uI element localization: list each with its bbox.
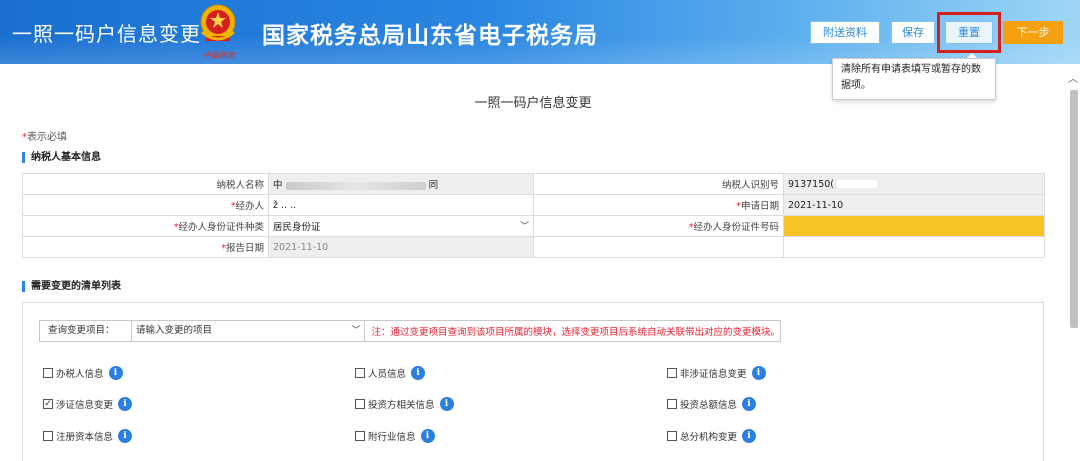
empty-cell — [533, 236, 784, 258]
change-item-label: 总分机构变更 — [680, 432, 738, 443]
change-item-checkbox[interactable]: 附行业信息 i — [355, 428, 435, 444]
change-item-label: 投资方相关信息 — [368, 400, 435, 411]
checkbox-icon[interactable] — [355, 431, 365, 441]
bureau-title: 国家税务总局山东省电子税务局 — [262, 23, 598, 49]
query-placeholder: 请输入变更的项目 — [135, 325, 212, 336]
id-number-field[interactable] — [783, 215, 1045, 237]
taxpayer-name-label: 纳税人名称 — [22, 173, 269, 195]
query-select[interactable]: 请输入变更的项目 ﹀ — [132, 321, 366, 341]
section-title-basic-info: 纳税人基本信息 — [22, 152, 101, 163]
agent-label: *经办人 — [22, 194, 269, 216]
scrollbar-thumb[interactable] — [1070, 90, 1078, 328]
checkbox-icon[interactable] — [667, 431, 677, 441]
table-row: *报告日期 2021-11-10 — [22, 236, 1045, 258]
scroll-up-icon[interactable]: ︿ — [1066, 70, 1080, 85]
section-title-change-list: 需要变更的清单列表 — [22, 281, 121, 292]
taxpayer-id-text: 9137150( — [788, 178, 835, 190]
checkbox-icon[interactable] — [43, 368, 53, 378]
change-item-label: 办税人信息 — [56, 369, 104, 380]
change-item-checkbox[interactable]: 投资方相关信息 i — [355, 396, 454, 412]
change-item-checkbox[interactable]: 投资总额信息 i — [667, 396, 757, 412]
required-note: *表示必填 — [22, 128, 67, 143]
page-title: 一照一码户信息变更 — [474, 96, 592, 111]
checkbox-icon[interactable] — [355, 368, 365, 378]
attach-docs-button[interactable]: 附送资料 — [810, 21, 880, 44]
taxpayer-id-label: 纳税人识别号 — [533, 173, 784, 195]
change-item-label: 附行业信息 — [368, 432, 416, 443]
change-item-label: 投资总额信息 — [680, 400, 738, 411]
id-type-label: *经办人身份证件种类 — [22, 215, 269, 237]
info-icon[interactable]: i — [108, 366, 123, 380]
apply-date-value: 2021-11-10 — [783, 194, 1045, 216]
redacted-mark — [837, 180, 878, 188]
save-button[interactable]: 保存 — [891, 21, 935, 44]
id-number-label: *经办人身份证件号码 — [533, 215, 784, 237]
info-icon[interactable]: i — [751, 366, 766, 380]
checkbox-icon[interactable] — [667, 399, 677, 409]
info-icon[interactable]: i — [420, 429, 435, 443]
reset-highlight-box — [937, 12, 1001, 53]
apply-date-label: *申请日期 — [533, 194, 784, 216]
checkbox-icon[interactable] — [355, 399, 365, 409]
redacted-mark — [285, 181, 426, 190]
change-item-checkbox[interactable]: 注册资本信息 i — [43, 428, 133, 444]
change-item-checkbox[interactable]: 办税人信息 i — [43, 365, 123, 381]
id-type-value: 居民身份证 — [273, 222, 321, 233]
table-row: 纳税人名称 中 同 纳税人识别号 9137150( — [22, 173, 1045, 195]
query-label: 查询变更项目： — [40, 321, 132, 341]
checkbox-icon[interactable] — [667, 368, 677, 378]
change-item-label: 注册资本信息 — [56, 432, 114, 443]
info-icon[interactable]: i — [118, 397, 133, 411]
checkbox-checked-icon[interactable]: ✓ — [43, 399, 53, 409]
table-row: *经办人身份证件种类 居民身份证 ﹀ *经办人身份证件号码 — [22, 215, 1045, 237]
chevron-down-icon: ﹀ — [351, 326, 361, 336]
report-date-value: 2021-11-10 — [268, 236, 534, 258]
checkbox-icon[interactable] — [43, 431, 53, 441]
agent-value[interactable]: ž .. .. — [268, 194, 534, 216]
change-item-checkbox[interactable]: 人员信息 i — [355, 365, 426, 381]
taxpayer-name-value: 中 同 — [268, 173, 534, 195]
table-row: *经办人 ž .. .. *申请日期 2021-11-10 — [22, 194, 1045, 216]
basic-info-table: 纳税人名称 中 同 纳税人识别号 9137150( *经办人 ž .. .. *… — [22, 173, 1045, 258]
emblem-caption: 中国税务 — [203, 51, 235, 60]
change-item-checkbox[interactable]: 总分机构变更 i — [667, 428, 757, 444]
taxpayer-id-value: 9137150( — [783, 173, 1045, 195]
required-note-text: 表示必填 — [27, 132, 67, 143]
info-icon[interactable]: i — [118, 429, 133, 443]
info-icon[interactable]: i — [411, 366, 426, 380]
system-title: 一照一码户信息变更 — [12, 22, 201, 46]
taxpayer-name-prefix: 中 — [273, 180, 283, 191]
info-icon[interactable]: i — [742, 429, 757, 443]
query-note: 注：通过变更项目查询到该项目所属的模块，选择变更项目后系统自动关联带出对应的变更… — [371, 327, 780, 338]
id-type-select[interactable]: 居民身份证 ﹀ — [268, 215, 534, 237]
info-icon[interactable]: i — [742, 397, 757, 411]
next-step-button[interactable]: 下一步 — [1003, 21, 1063, 44]
change-item-label: 人员信息 — [368, 369, 407, 380]
change-item-label: 非涉证信息变更 — [680, 369, 747, 380]
query-row: 查询变更项目： 请输入变更的项目 ﹀ 注：通过变更项目查询到该项目所属的模块，选… — [39, 320, 781, 342]
chevron-down-icon: ﹀ — [519, 222, 529, 232]
info-icon[interactable]: i — [439, 397, 454, 411]
app-header: 一照一码户信息变更 中国税务 国家税务总局山东省电子税务局 附送资料 保存 重置… — [0, 0, 1080, 64]
report-date-label: *报告日期 — [22, 236, 269, 258]
tax-emblem-icon — [200, 4, 236, 41]
change-item-checkbox[interactable]: ✓ 涉证信息变更 i — [43, 396, 133, 412]
taxpayer-name-suffix: 同 — [428, 180, 439, 191]
change-item-label: 涉证信息变更 — [56, 400, 114, 411]
change-item-checkbox[interactable]: 非涉证信息变更 i — [667, 365, 766, 381]
empty-cell — [783, 236, 1045, 258]
change-list-panel: 查询变更项目： 请输入变更的项目 ﹀ 注：通过变更项目查询到该项目所属的模块，选… — [22, 302, 1044, 461]
